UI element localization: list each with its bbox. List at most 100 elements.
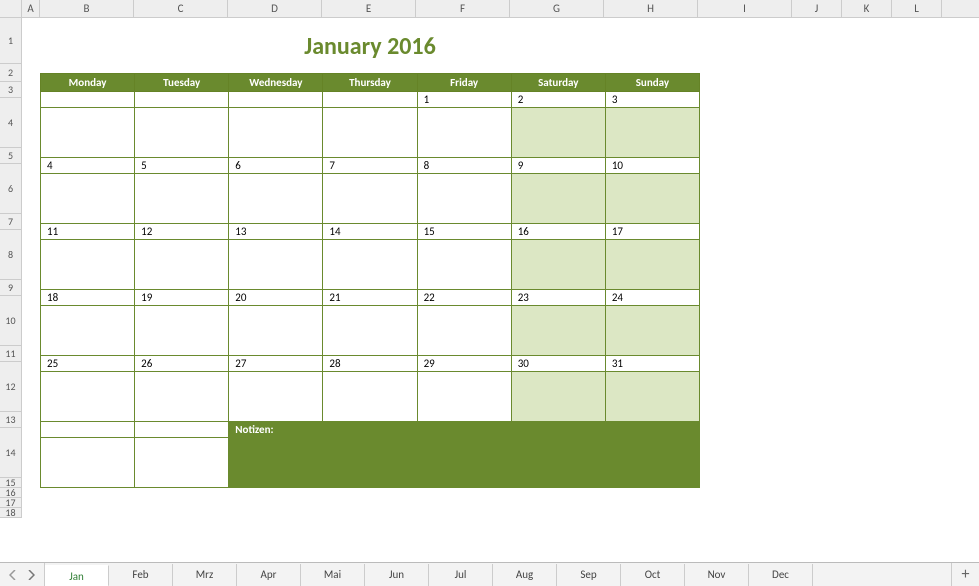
day-number-cell[interactable]: 11 xyxy=(41,224,135,240)
sheet-tab[interactable]: Jun xyxy=(365,564,429,586)
day-body-cell[interactable] xyxy=(229,174,323,224)
day-number-cell[interactable]: 8 xyxy=(417,158,511,174)
row-header[interactable]: 12 xyxy=(0,362,21,412)
row-header[interactable]: 8 xyxy=(0,230,21,280)
day-number-cell[interactable]: 3 xyxy=(605,92,699,108)
day-body-cell[interactable] xyxy=(417,306,511,356)
day-number-cell[interactable]: 9 xyxy=(511,158,605,174)
day-body-cell[interactable] xyxy=(323,306,417,356)
column-header[interactable]: J xyxy=(792,0,842,17)
day-body-cell[interactable] xyxy=(511,372,605,422)
day-body-cell[interactable] xyxy=(135,108,229,158)
row-header[interactable]: 1 xyxy=(0,18,21,64)
row-header[interactable]: 7 xyxy=(0,214,21,230)
day-number-cell[interactable]: 22 xyxy=(417,290,511,306)
day-number-cell[interactable]: 19 xyxy=(135,290,229,306)
sheet-tab[interactable]: Dec xyxy=(749,564,813,586)
day-body-cell[interactable] xyxy=(605,372,699,422)
day-number-cell[interactable]: 28 xyxy=(323,356,417,372)
column-header[interactable]: B xyxy=(40,0,134,17)
day-body-cell[interactable] xyxy=(323,174,417,224)
day-body-cell[interactable] xyxy=(41,372,135,422)
column-header[interactable]: H xyxy=(604,0,698,17)
day-body-cell[interactable] xyxy=(417,240,511,290)
column-header[interactable]: D xyxy=(228,0,322,17)
day-body-cell[interactable] xyxy=(323,240,417,290)
empty-day-number-cell[interactable] xyxy=(135,422,229,438)
day-body-cell[interactable] xyxy=(135,174,229,224)
tab-nav-prev-icon[interactable] xyxy=(6,568,20,582)
day-body-cell[interactable] xyxy=(323,372,417,422)
day-number-cell[interactable]: 10 xyxy=(605,158,699,174)
column-header[interactable]: E xyxy=(322,0,416,17)
day-body-cell[interactable] xyxy=(605,108,699,158)
day-body-cell[interactable] xyxy=(229,108,323,158)
day-body-cell[interactable] xyxy=(41,306,135,356)
day-body-cell[interactable] xyxy=(135,306,229,356)
day-body-cell[interactable] xyxy=(511,108,605,158)
sheet-tab[interactable]: Mrz xyxy=(173,564,237,586)
column-header[interactable]: G xyxy=(510,0,604,17)
empty-day-body-cell[interactable] xyxy=(135,438,229,488)
day-number-cell[interactable]: 12 xyxy=(135,224,229,240)
day-number-cell[interactable]: 18 xyxy=(41,290,135,306)
column-header[interactable]: K xyxy=(842,0,892,17)
day-body-cell[interactable] xyxy=(417,108,511,158)
day-number-cell[interactable]: 23 xyxy=(511,290,605,306)
day-body-cell[interactable] xyxy=(41,240,135,290)
day-number-cell[interactable]: 31 xyxy=(605,356,699,372)
day-number-cell[interactable]: 25 xyxy=(41,356,135,372)
notes-header-cell[interactable]: Notizen: xyxy=(229,422,700,438)
day-number-cell[interactable]: 21 xyxy=(323,290,417,306)
row-header[interactable]: 11 xyxy=(0,346,21,362)
day-number-cell[interactable]: 20 xyxy=(229,290,323,306)
row-header[interactable]: 6 xyxy=(0,164,21,214)
day-number-cell[interactable]: 1 xyxy=(417,92,511,108)
column-header[interactable]: A xyxy=(22,0,40,17)
sheet-tab[interactable]: Oct xyxy=(621,564,685,586)
day-body-cell[interactable] xyxy=(323,108,417,158)
day-body-cell[interactable] xyxy=(135,372,229,422)
day-number-cell[interactable]: 30 xyxy=(511,356,605,372)
day-number-cell[interactable] xyxy=(41,92,135,108)
row-header[interactable]: 2 xyxy=(0,64,21,82)
day-body-cell[interactable] xyxy=(417,372,511,422)
sheet-tab[interactable]: Jan xyxy=(45,565,109,586)
day-body-cell[interactable] xyxy=(605,306,699,356)
row-header[interactable]: 10 xyxy=(0,296,21,346)
row-header[interactable]: 14 xyxy=(0,428,21,478)
day-number-cell[interactable]: 7 xyxy=(323,158,417,174)
day-body-cell[interactable] xyxy=(605,174,699,224)
sheet-tab[interactable]: Mai xyxy=(301,564,365,586)
sheet-tab[interactable]: Jul xyxy=(429,564,493,586)
day-number-cell[interactable]: 6 xyxy=(229,158,323,174)
row-header[interactable]: 5 xyxy=(0,148,21,164)
empty-day-body-cell[interactable] xyxy=(41,438,135,488)
add-sheet-button[interactable]: + xyxy=(951,563,979,586)
day-body-cell[interactable] xyxy=(605,240,699,290)
day-body-cell[interactable] xyxy=(511,306,605,356)
select-all-corner[interactable] xyxy=(0,0,22,17)
row-header[interactable]: 13 xyxy=(0,412,21,428)
day-number-cell[interactable]: 4 xyxy=(41,158,135,174)
day-number-cell[interactable]: 26 xyxy=(135,356,229,372)
day-body-cell[interactable] xyxy=(511,174,605,224)
sheet-tab[interactable]: Nov xyxy=(685,564,749,586)
day-number-cell[interactable]: 14 xyxy=(323,224,417,240)
day-body-cell[interactable] xyxy=(41,108,135,158)
row-header[interactable]: 18 xyxy=(0,508,21,518)
day-number-cell[interactable]: 16 xyxy=(511,224,605,240)
day-number-cell[interactable] xyxy=(229,92,323,108)
day-number-cell[interactable]: 27 xyxy=(229,356,323,372)
sheet-tab[interactable]: Apr xyxy=(237,564,301,586)
empty-day-number-cell[interactable] xyxy=(41,422,135,438)
row-header[interactable]: 9 xyxy=(0,280,21,296)
day-number-cell[interactable] xyxy=(323,92,417,108)
day-number-cell[interactable]: 13 xyxy=(229,224,323,240)
row-header[interactable]: 4 xyxy=(0,98,21,148)
sheet-tab[interactable]: Sep xyxy=(557,564,621,586)
tab-nav-next-icon[interactable] xyxy=(24,568,38,582)
notes-body-cell[interactable] xyxy=(229,438,700,488)
day-number-cell[interactable]: 15 xyxy=(417,224,511,240)
day-body-cell[interactable] xyxy=(229,306,323,356)
